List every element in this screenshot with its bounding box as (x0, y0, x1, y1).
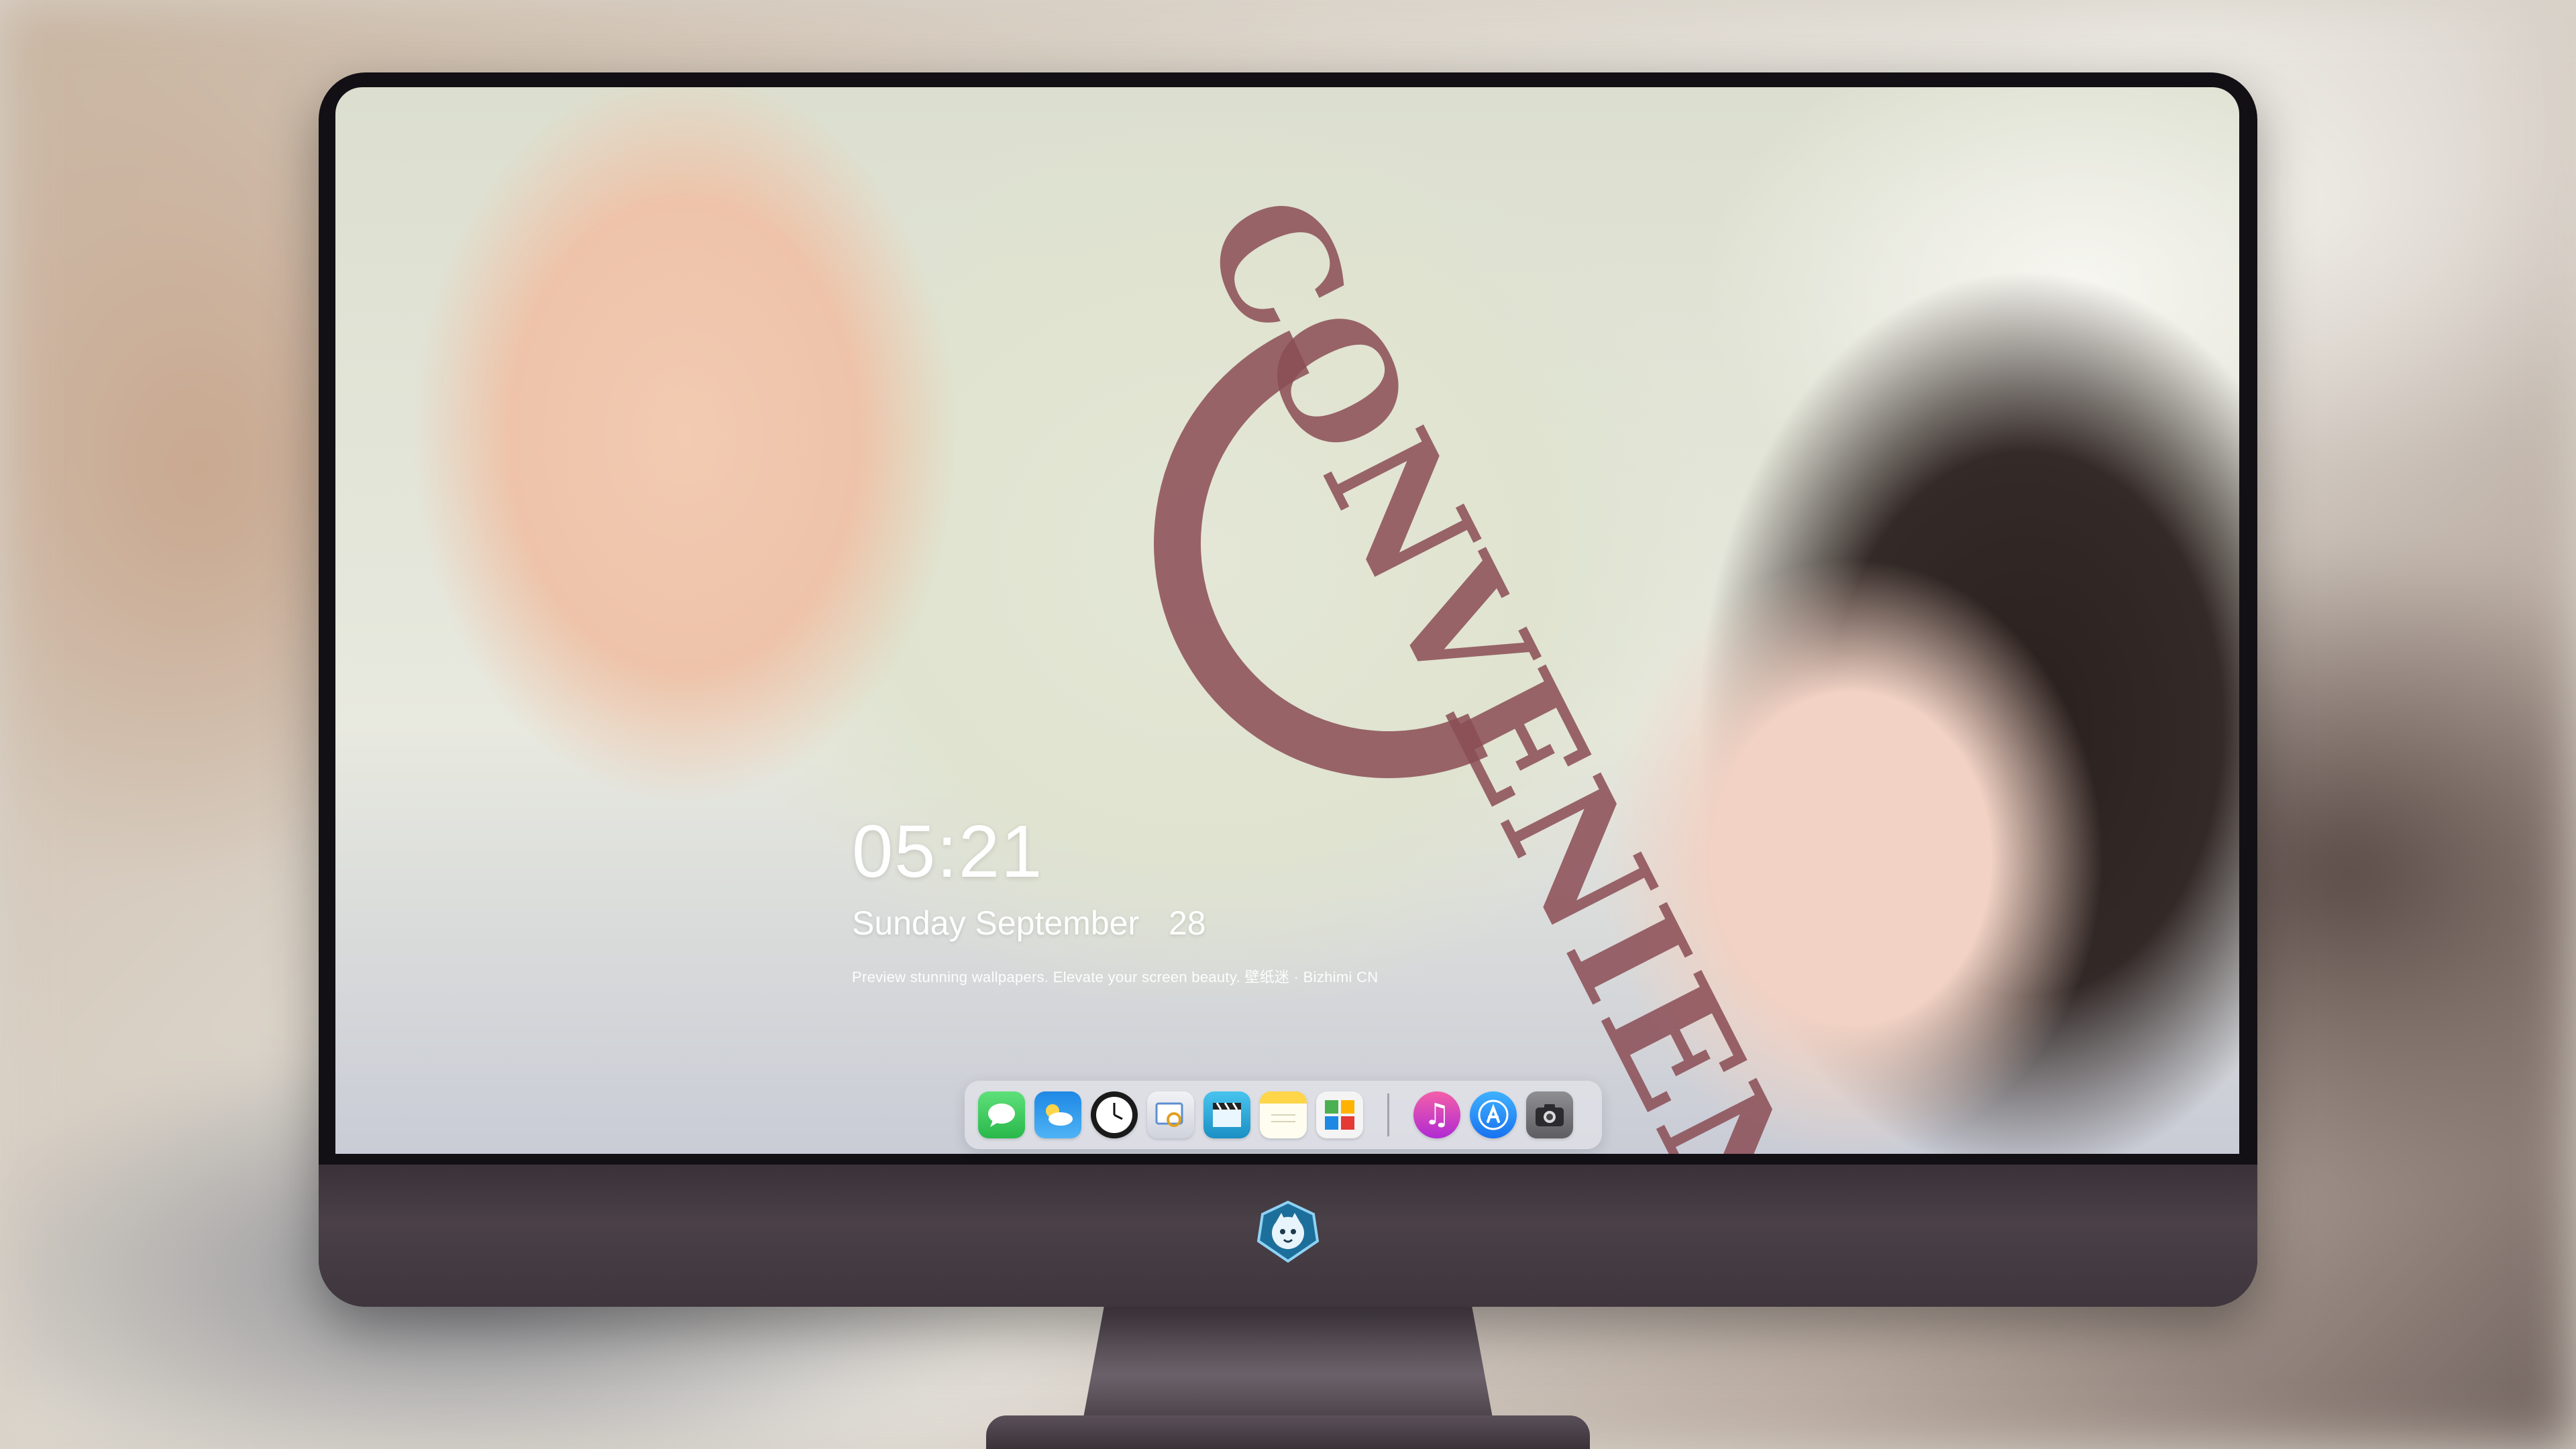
monitor-chin (319, 1165, 2257, 1307)
monitor: CONVENIEN 05:21 Sunday September 28 Prev… (0, 0, 2576, 1449)
monitor-stand-base (986, 1415, 1590, 1449)
monitor-frame: CONVENIEN 05:21 Sunday September 28 Prev… (319, 72, 2257, 1307)
camera-icon[interactable] (1526, 1091, 1573, 1138)
preview-icon[interactable] (1147, 1091, 1194, 1138)
music-icon[interactable]: ♫ (1413, 1091, 1460, 1138)
video-editor-icon[interactable] (1203, 1091, 1250, 1138)
brand-logo-icon (1256, 1199, 1320, 1264)
clock-month: September (975, 904, 1140, 942)
clock-time: 05:21 (852, 810, 1044, 893)
dock: ♫ (965, 1081, 1602, 1149)
lock-screen: CONVENIEN 05:21 Sunday September 28 Prev… (335, 87, 2239, 1154)
notes-icon[interactable] (1260, 1091, 1307, 1138)
dock-separator (1387, 1093, 1389, 1136)
clock-date: Sunday September 28 (852, 904, 1378, 943)
wallpaper-caption: Preview stunning wallpapers. Elevate you… (852, 969, 1379, 985)
photo-grid-icon[interactable] (1316, 1091, 1363, 1138)
app-store-icon[interactable] (1470, 1091, 1517, 1138)
weather-icon[interactable] (1034, 1091, 1081, 1138)
clock-day: 28 (1169, 904, 1206, 942)
clock-icon[interactable] (1091, 1091, 1138, 1138)
clock-weekday: Sunday (852, 904, 966, 942)
messages-icon[interactable] (978, 1091, 1025, 1138)
clock-widget: 05:21 Sunday September 28 Preview stunni… (852, 815, 1378, 987)
